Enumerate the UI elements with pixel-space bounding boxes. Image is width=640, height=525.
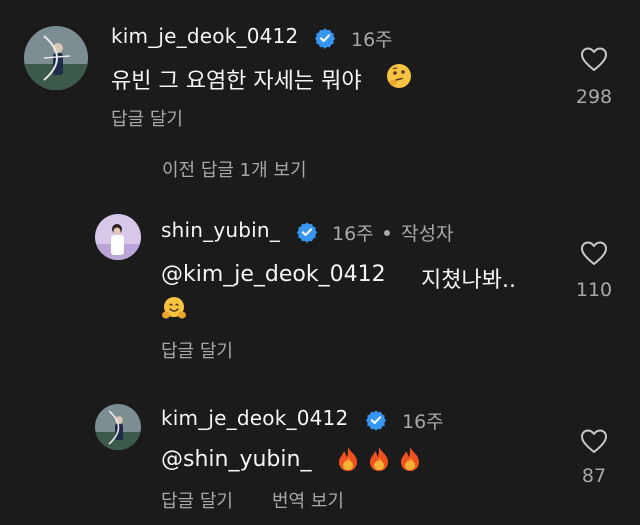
username[interactable]: kim_je_deok_0412 [161, 406, 348, 430]
view-previous-replies-button[interactable]: 이전 답글 1개 보기 [162, 156, 307, 182]
verified-badge-icon [365, 410, 387, 431]
reply-button[interactable]: 답글 달기 [111, 105, 183, 131]
reply-button[interactable]: 답글 달기 [161, 487, 233, 513]
heart-icon[interactable] [580, 240, 608, 266]
timestamp: 16주 [402, 411, 444, 433]
avatar[interactable] [95, 214, 141, 260]
mention-link[interactable]: @shin_yubin_ [161, 447, 311, 472]
timestamp: 16주 [351, 29, 393, 51]
comment-text: 유빈 그 요염한 자세는 뭐야 [111, 69, 362, 94]
timestamp: 16주 [332, 223, 374, 245]
author-badge: 작성자 [401, 223, 454, 245]
hugging-face-icon [162, 297, 186, 319]
heart-icon[interactable] [580, 428, 608, 454]
heart-icon[interactable] [580, 46, 608, 72]
fire-icon [401, 447, 419, 471]
thinking-face-icon [387, 64, 411, 88]
like-count: 87 [581, 465, 607, 487]
fire-icon [339, 447, 357, 471]
verified-badge-icon [314, 28, 336, 49]
avatar[interactable] [95, 404, 141, 450]
comment-text: 지쳤나봐.. [421, 268, 516, 293]
avatar[interactable] [24, 26, 88, 90]
username[interactable]: shin_yubin_ [161, 218, 280, 242]
translate-button[interactable]: 번역 보기 [272, 487, 344, 513]
username[interactable]: kim_je_deok_0412 [111, 24, 298, 48]
like-count: 298 [575, 86, 613, 108]
fire-icon [370, 447, 388, 471]
reply-button[interactable]: 답글 달기 [161, 337, 233, 363]
separator-dot [384, 230, 390, 236]
like-count: 110 [575, 279, 613, 301]
mention-link[interactable]: @kim_je_deok_0412 [161, 262, 386, 287]
comment-2: shin_yubin_ 16주 작성자 @kim_je_deok_0412 지쳤… [0, 200, 640, 370]
comment-3: kim_je_deok_0412 16주 @shin_yubin_ 답글 달기 … [0, 390, 640, 525]
comment-1: kim_je_deok_0412 16주 유빈 그 요염한 자세는 뭐야 답글 … [0, 0, 640, 140]
verified-badge-icon [296, 222, 318, 243]
